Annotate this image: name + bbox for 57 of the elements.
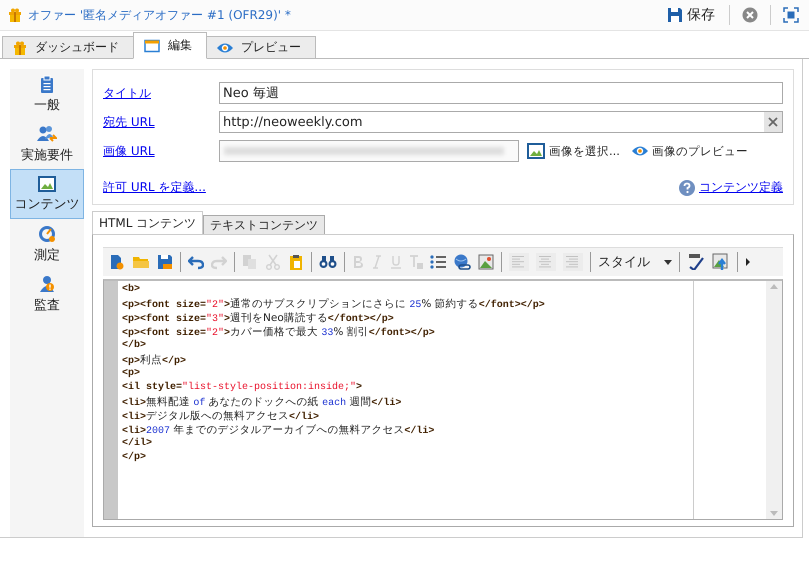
code-line: <p><font size="3">週刊をNeo購読する</font></p> [122,311,395,325]
content-definition-link[interactable]: コンテンツ定義 [699,179,783,196]
code-line: <li>デジタル版への無料アクセス</li> [122,409,320,423]
save-icon[interactable] [155,252,175,272]
code-line: </p> [122,451,148,465]
code-line: <il style="list-style-position:inside;"> [122,381,364,395]
tab[interactable]: プレビュー [206,36,316,58]
save-icon [667,7,683,23]
sidebar-item[interactable]: 監査 [10,269,84,319]
gauge-icon [38,224,56,242]
preview-image-button[interactable]: 画像のプレビュー [628,144,752,158]
input-field[interactable]: http://neoweekly.com [219,111,783,133]
sidebar-item[interactable]: 実施要件 [10,119,84,169]
image-icon [527,143,545,159]
code-line: <p><font size="2">カバー価格で最大 33% 割引</font></p> [122,325,436,339]
code-line: <p><font size="2">通常のサブスクリプションにさらに 25% 節約する</font></p> [122,297,546,311]
sidebar-item[interactable]: コンテンツ [10,169,84,219]
image-icon [38,176,56,192]
style-dropdown[interactable]: スタイル [596,253,674,271]
code-line: <b> [122,283,142,297]
code-line: <li>2007 年までのデジタルアーカイブへの無料アクセス</li> [122,423,436,437]
tab[interactable]: テキストコンテンツ [203,215,326,235]
window-icon [144,38,160,52]
code-line: <li>無料配達 of あなたのドックへの紙 each 週間</li> [122,395,402,409]
input-field[interactable] [219,140,519,162]
code-line: <p> [122,367,142,381]
code-line: <p>利点</p> [122,353,188,367]
select-image-button[interactable]: 画像を選択... [523,143,624,159]
eye-icon [217,42,233,54]
sidebar-item[interactable]: 測定 [10,219,84,269]
gift-icon [13,40,27,54]
field-link[interactable]: タイトル [103,84,219,102]
allowed-urls-link[interactable]: 許可 URL を定義... [103,179,206,196]
tab[interactable]: HTML コンテンツ [92,211,204,235]
more-icon[interactable] [743,256,753,268]
help-icon [679,180,695,196]
input-field[interactable]: Neo 毎週 [219,82,783,104]
tab[interactable]: ダッシュボード [2,36,134,58]
bullet-list-icon[interactable] [428,253,448,271]
sidebar-item[interactable]: 一般 [10,69,84,119]
gift-icon [8,8,22,22]
field-link[interactable]: 宛先 URL [103,114,219,130]
code-line: </b> [122,339,148,353]
code-line: </il> [122,437,154,451]
close-icon[interactable] [740,5,760,25]
eye-icon [632,145,648,157]
audit-icon [39,274,55,292]
field-link[interactable]: 画像 URL [103,142,219,160]
clear-icon[interactable] [764,112,782,132]
binoculars-icon[interactable] [317,253,339,271]
window-title: オファー '匿名メディアオファー #1 (OFR29)' * [28,6,292,24]
picture-icon[interactable] [476,252,496,272]
save-button[interactable]: 保存 [663,4,719,26]
clipboard-icon [40,74,54,92]
people-icon [37,124,57,142]
maximize-icon[interactable] [781,5,801,25]
tab[interactable]: 編集 [133,32,207,59]
